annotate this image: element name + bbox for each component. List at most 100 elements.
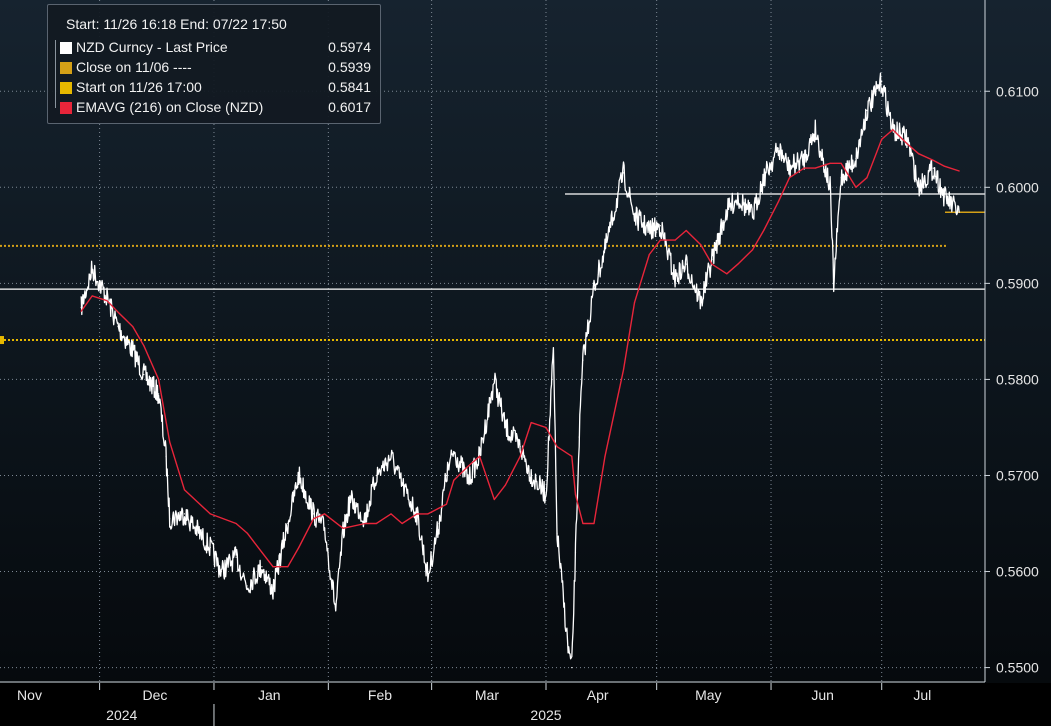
- x-tick-label: Mar: [475, 687, 499, 703]
- series-point: [545, 426, 547, 429]
- y-tick-label: 0.6100: [996, 83, 1039, 99]
- series-point: [840, 162, 842, 164]
- series-point: [763, 177, 765, 179]
- series-point: [183, 513, 186, 515]
- legend-label: Start on 11/26 17:00: [76, 79, 202, 95]
- series-point: [545, 494, 547, 496]
- series-point: [803, 157, 805, 160]
- series-point: [737, 263, 739, 265]
- series-point: [235, 556, 237, 558]
- legend-label: NZD Curncy - Last Price: [76, 39, 228, 55]
- series-point: [659, 225, 661, 227]
- series-point: [169, 518, 171, 520]
- series-point: [582, 522, 584, 525]
- series-point: [530, 422, 532, 424]
- y-tick-label: 0.5600: [996, 564, 1039, 580]
- x-year-label: 2025: [530, 707, 561, 723]
- series-point: [467, 465, 470, 467]
- series-point: [556, 446, 558, 448]
- series-point: [567, 647, 569, 649]
- series-point: [711, 263, 713, 265]
- series-point: [375, 522, 377, 525]
- start-marker: [0, 336, 4, 345]
- series-point: [700, 244, 702, 246]
- legend-label: EMAVG (216) on Close (NZD): [76, 99, 264, 115]
- series-point: [763, 229, 765, 232]
- x-year-label: 2024: [106, 707, 137, 723]
- series-point: [814, 167, 816, 169]
- series-point: [866, 177, 868, 179]
- series-point: [571, 455, 573, 457]
- series-point: [751, 215, 754, 217]
- series-point: [519, 446, 521, 448]
- legend-row-start[interactable]: Start on 11/26 17:00 0.5841: [55, 79, 377, 97]
- x-tick-label: Apr: [587, 687, 609, 703]
- series-point: [169, 441, 171, 443]
- series-point: [932, 167, 934, 169]
- legend-date-range: Start: 11/26 16:18 End: 07/22 17:50: [66, 16, 287, 32]
- legend-row-close[interactable]: Close on 11/06 ---- 0.5939: [55, 59, 377, 77]
- series-point: [209, 546, 211, 549]
- swatch-red-icon: [60, 102, 72, 114]
- legend-value: 0.5841: [328, 79, 371, 95]
- series-point: [519, 455, 521, 457]
- series-point: [866, 109, 868, 112]
- x-tick-label: Dec: [142, 687, 167, 703]
- series-point: [183, 489, 186, 491]
- series-point: [593, 287, 595, 289]
- series-point: [685, 229, 687, 232]
- x-tick-label: Nov: [17, 687, 42, 703]
- series-point: [445, 503, 447, 505]
- series-point: [209, 513, 211, 515]
- series-point: [737, 196, 739, 198]
- series-point: [272, 566, 274, 568]
- series-point: [917, 153, 920, 155]
- series-layer: [80, 72, 960, 669]
- series-point: [298, 546, 300, 549]
- swatch-white-icon: [60, 42, 72, 54]
- series-point: [132, 325, 134, 328]
- swatch-yellow-icon: [60, 82, 72, 94]
- series-point: [80, 310, 82, 312]
- series-point: [143, 345, 145, 347]
- series-point: [106, 297, 108, 299]
- series-point: [726, 273, 728, 275]
- series-point: [943, 165, 946, 167]
- legend-row-last-price[interactable]: NZD Curncy - Last Price 0.5974: [55, 39, 377, 57]
- series-point: [788, 177, 791, 179]
- series-point: [427, 513, 429, 515]
- series-point: [132, 350, 134, 352]
- x-tick-label: May: [695, 687, 721, 703]
- chart-root: 0.6100 0.6000 0.5900 0.5800 0.5700 0.5600 0.55…: [0, 0, 1051, 726]
- series-point: [777, 201, 780, 203]
- reference-lines: [0, 193, 985, 345]
- series-point: [246, 532, 248, 534]
- series-point: [194, 527, 197, 529]
- legend-row-emavg[interactable]: EMAVG (216) on Close (NZD) 0.6017: [55, 99, 377, 117]
- y-tick-label: 0.5500: [996, 660, 1039, 676]
- series-point: [453, 450, 455, 453]
- series-point: [906, 138, 909, 140]
- series-point: [261, 551, 263, 553]
- series-point: [711, 258, 713, 260]
- series-point: [803, 167, 805, 169]
- series-point: [324, 527, 326, 529]
- legend-value: 0.5939: [328, 59, 371, 75]
- series-point: [80, 306, 82, 308]
- series-point: [106, 300, 108, 302]
- series-point: [574, 551, 577, 553]
- series-point: [674, 277, 676, 280]
- series-point: [881, 138, 883, 140]
- series-point: [364, 518, 366, 520]
- series-point: [659, 239, 661, 241]
- series-point: [574, 494, 577, 496]
- series-point: [622, 172, 625, 174]
- x-tick-label: Feb: [368, 687, 392, 703]
- series-point: [571, 666, 573, 669]
- series-point: [700, 301, 702, 304]
- series-point: [261, 566, 263, 568]
- series-point: [958, 211, 960, 213]
- series-point: [751, 249, 754, 251]
- series-point: [165, 455, 167, 457]
- x-tick-label: Jun: [811, 687, 834, 703]
